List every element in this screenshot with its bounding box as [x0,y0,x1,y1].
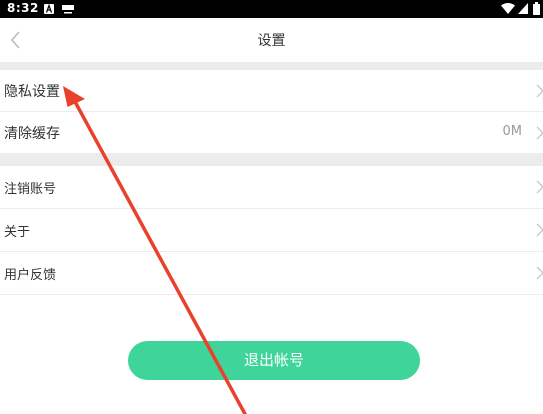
keyboard-icon [62,5,74,14]
privacy-settings-row[interactable]: 隐私设置 [0,70,543,112]
row-label: 关于 [4,225,31,240]
notification-a-icon [44,4,54,14]
chevron-right-icon [536,266,543,280]
wifi-icon [501,3,515,14]
page-title: 设置 [257,33,286,49]
user-feedback-row[interactable]: 用户反馈 [0,252,543,295]
cache-size: 0M [502,124,523,139]
section-divider [0,62,543,70]
logout-button[interactable]: 退出帐号 [128,341,420,380]
status-bar: 8:32 [0,0,543,18]
signal-icon [518,3,528,14]
chevron-right-icon [536,126,543,140]
row-label: 注销账号 [4,182,57,197]
chevron-right-icon [536,180,543,194]
cancel-account-row[interactable]: 注销账号 [0,166,543,209]
section-divider [0,154,543,166]
about-row[interactable]: 关于 [0,209,543,252]
row-label: 隐私设置 [4,84,60,100]
clear-cache-row[interactable]: 清除缓存 0M [0,112,543,154]
chevron-right-icon [536,223,543,237]
nav-bar: 设置 [0,18,543,62]
status-time: 8:32 [7,1,39,15]
chevron-right-icon [536,84,543,98]
row-label: 清除缓存 [4,126,60,142]
battery-icon [533,2,540,15]
row-label: 用户反馈 [4,268,57,283]
